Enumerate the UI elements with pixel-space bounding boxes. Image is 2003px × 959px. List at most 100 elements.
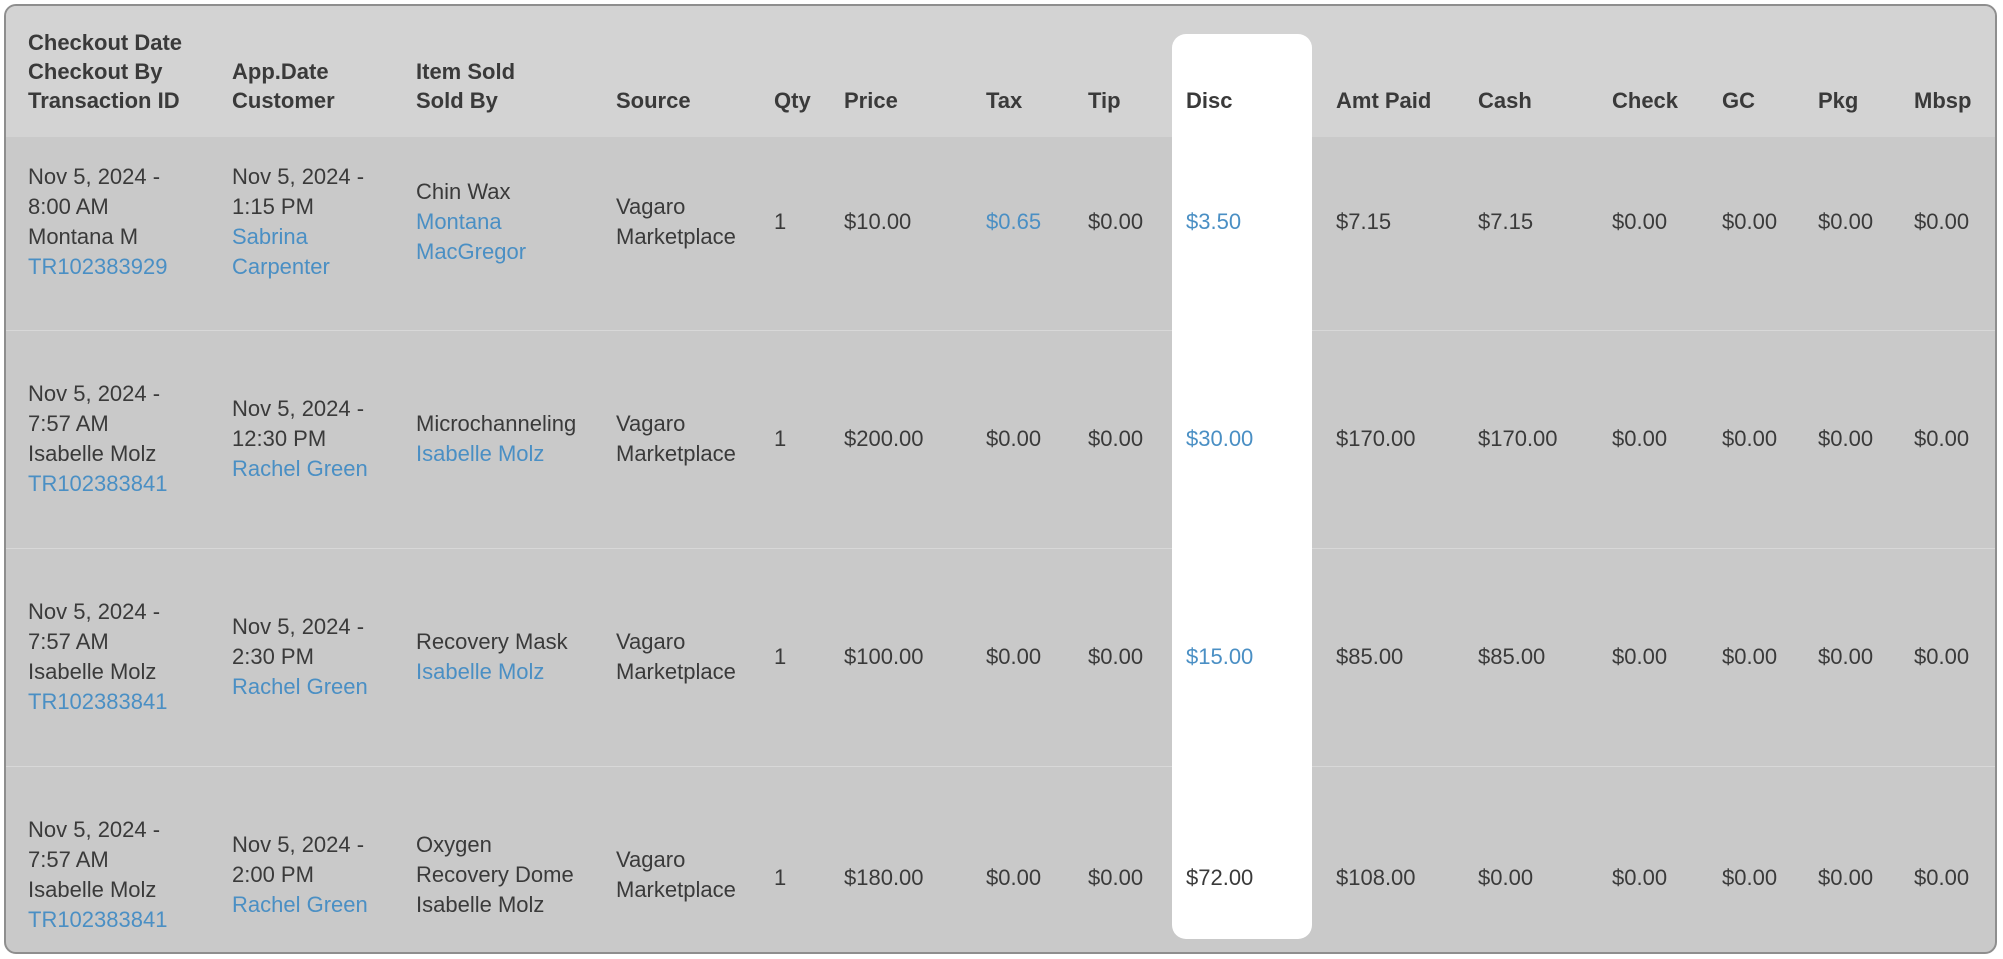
- amt-paid: $108.00: [1336, 865, 1416, 890]
- tax: $0.00: [986, 865, 1042, 890]
- check: $0.00: [1612, 426, 1668, 451]
- gc: $0.00: [1722, 865, 1778, 890]
- disc-link[interactable]: $15.00: [1186, 642, 1253, 672]
- cash: $0.00: [1478, 865, 1534, 890]
- check: $0.00: [1612, 865, 1668, 890]
- check: $0.00: [1612, 209, 1668, 234]
- item-sold: Recovery Dome: [416, 862, 574, 887]
- customer-link[interactable]: Rachel Green: [232, 454, 368, 484]
- transaction-id-link[interactable]: TR102383841: [28, 905, 167, 935]
- item-sold: Chin Wax: [416, 179, 511, 204]
- checkout-by: Isabelle Molz: [28, 659, 157, 684]
- price: $200.00: [844, 426, 924, 451]
- tip: $0.00: [1088, 644, 1144, 669]
- tax: $0.00: [986, 426, 1042, 451]
- header-sold-by[interactable]: Sold By: [416, 86, 498, 115]
- source: Vagaro: [616, 629, 686, 654]
- app-time: 1:15 PM: [232, 194, 314, 219]
- source: Marketplace: [616, 441, 736, 466]
- header-app-date[interactable]: App.Date: [232, 57, 329, 86]
- item-sold: Microchanneling: [416, 411, 577, 436]
- checkout-by: Isabelle Molz: [28, 877, 157, 902]
- app-date-line: Nov 5, 2024 -: [232, 832, 365, 857]
- disc-link[interactable]: $3.50: [1186, 207, 1241, 237]
- customer-link[interactable]: Sabrina: [232, 222, 308, 252]
- price: $100.00: [844, 644, 924, 669]
- mbsp: $0.00: [1914, 644, 1970, 669]
- cash: $7.15: [1478, 209, 1534, 234]
- transaction-id-link[interactable]: TR102383841: [28, 469, 167, 499]
- header-customer[interactable]: Customer: [232, 86, 335, 115]
- item-sold: Recovery Mask: [416, 629, 568, 654]
- mbsp: $0.00: [1914, 426, 1970, 451]
- header-mbsp[interactable]: Mbsp: [1914, 86, 1971, 115]
- source: Marketplace: [616, 877, 736, 902]
- amt-paid: $85.00: [1336, 644, 1404, 669]
- tip: $0.00: [1088, 865, 1144, 890]
- app-time: 12:30 PM: [232, 426, 327, 451]
- header-disc[interactable]: Disc: [1186, 86, 1232, 115]
- header-gc[interactable]: GC: [1722, 86, 1755, 115]
- header-cash[interactable]: Cash: [1478, 86, 1532, 115]
- tip: $0.00: [1088, 209, 1144, 234]
- header-tip[interactable]: Tip: [1088, 86, 1121, 115]
- checkout-time: 7:57 AM: [28, 847, 109, 872]
- price: $180.00: [844, 865, 924, 890]
- header-checkout-by[interactable]: Checkout By: [28, 57, 162, 86]
- amt-paid: $170.00: [1336, 426, 1416, 451]
- amt-paid: $7.15: [1336, 209, 1392, 234]
- sold-by-link[interactable]: MacGregor: [416, 237, 526, 267]
- cash: $170.00: [1478, 426, 1558, 451]
- qty: 1: [774, 865, 787, 890]
- gc: $0.00: [1722, 426, 1778, 451]
- header-qty[interactable]: Qty: [774, 86, 811, 115]
- row-divider: [6, 766, 1995, 767]
- item-sold: Oxygen: [416, 832, 492, 857]
- gc: $0.00: [1722, 644, 1778, 669]
- header-transaction-id[interactable]: Transaction ID: [28, 86, 180, 115]
- header-check[interactable]: Check: [1612, 86, 1678, 115]
- checkout-date-line: Nov 5, 2024 -: [28, 381, 161, 406]
- tip: $0.00: [1088, 426, 1144, 451]
- cash: $85.00: [1478, 644, 1546, 669]
- transaction-id-link[interactable]: TR102383841: [28, 687, 167, 717]
- checkout-by: Montana M: [28, 224, 139, 249]
- sold-by-link[interactable]: Montana: [416, 207, 502, 237]
- header-price[interactable]: Price: [844, 86, 898, 115]
- checkout-date-line: Nov 5, 2024 -: [28, 817, 161, 842]
- checkout-date-line: Nov 5, 2024 -: [28, 164, 161, 189]
- row-divider: [6, 330, 1995, 331]
- pkg: $0.00: [1818, 209, 1874, 234]
- source: Marketplace: [616, 224, 736, 249]
- tax: $0.00: [986, 644, 1042, 669]
- source: Vagaro: [616, 411, 686, 436]
- header-tax[interactable]: Tax: [986, 86, 1022, 115]
- qty: 1: [774, 426, 787, 451]
- app-date-line: Nov 5, 2024 -: [232, 614, 365, 639]
- tax-link[interactable]: $0.65: [986, 207, 1041, 237]
- sales-report-table: Checkout Date Checkout By Transaction ID…: [4, 4, 1997, 954]
- mbsp: $0.00: [1914, 209, 1970, 234]
- source: Marketplace: [616, 659, 736, 684]
- checkout-by: Isabelle Molz: [28, 441, 157, 466]
- app-date-line: Nov 5, 2024 -: [232, 396, 365, 421]
- customer-link[interactable]: Rachel Green: [232, 890, 368, 920]
- transaction-id-link[interactable]: TR102383929: [28, 252, 167, 282]
- sold-by-link[interactable]: Isabelle Molz: [416, 439, 544, 469]
- row-divider: [6, 548, 1995, 549]
- disc-column-highlight: [1172, 34, 1312, 939]
- pkg: $0.00: [1818, 426, 1874, 451]
- header-pkg[interactable]: Pkg: [1818, 86, 1858, 115]
- header-source[interactable]: Source: [616, 86, 691, 115]
- customer-link[interactable]: Carpenter: [232, 252, 330, 282]
- check: $0.00: [1612, 644, 1668, 669]
- app-time: 2:30 PM: [232, 644, 314, 669]
- sold-by-link[interactable]: Isabelle Molz: [416, 657, 544, 687]
- customer-link[interactable]: Rachel Green: [232, 672, 368, 702]
- header-item-sold[interactable]: Item Sold: [416, 57, 515, 86]
- disc-link[interactable]: $30.00: [1186, 424, 1253, 454]
- app-time: 2:00 PM: [232, 862, 314, 887]
- header-checkout-date[interactable]: Checkout Date: [28, 28, 182, 57]
- header-amt-paid[interactable]: Amt Paid: [1336, 86, 1431, 115]
- checkout-time: 7:57 AM: [28, 629, 109, 654]
